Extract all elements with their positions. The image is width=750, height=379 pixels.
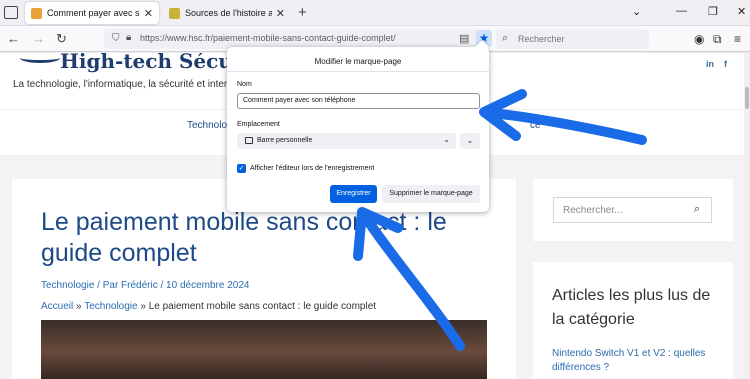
hero-image bbox=[41, 320, 487, 379]
tab-inactive[interactable]: Sources de l'histoire africaine au ✕ bbox=[163, 2, 291, 24]
linkedin-icon[interactable]: in bbox=[706, 59, 714, 69]
reader-view-icon[interactable]: ▤ bbox=[459, 32, 469, 45]
restore-icon[interactable]: ❐ bbox=[708, 5, 718, 18]
chevron-down-icon: ⌄ bbox=[443, 135, 450, 144]
breadcrumb-separator: » bbox=[76, 301, 82, 312]
show-editor-checkbox[interactable]: ✓ bbox=[237, 164, 246, 173]
new-tab-icon[interactable]: + bbox=[298, 4, 307, 21]
lock-icon[interactable]: 🔒︎ bbox=[126, 32, 131, 43]
shield-icon[interactable]: ⛉ bbox=[112, 33, 120, 44]
tab-strip: Comment payer avec son télépho ✕ Sources… bbox=[0, 0, 750, 26]
breadcrumb-category[interactable]: Technologie bbox=[84, 301, 137, 312]
chevron-down-icon[interactable]: ⌄ bbox=[632, 5, 641, 18]
breadcrumb: Accueil » Technologie » Le paiement mobi… bbox=[41, 301, 376, 312]
tab-list-icon[interactable] bbox=[4, 6, 18, 19]
sidebar-search-widget: Rechercher... ⌕ bbox=[533, 179, 733, 241]
widget-title: Articles les plus lus de la catégorie bbox=[552, 287, 711, 328]
search-placeholder: Rechercher bbox=[518, 34, 565, 44]
save-button[interactable]: Enregistrer bbox=[330, 185, 377, 203]
sidebar-search-input[interactable]: Rechercher... ⌕ bbox=[553, 197, 712, 223]
reload-icon[interactable]: ↻ bbox=[56, 31, 67, 47]
facebook-icon[interactable]: f bbox=[724, 59, 727, 69]
bookmark-edit-panel: Modifier le marque-page Nom Comment paye… bbox=[227, 39, 490, 212]
breadcrumb-home[interactable]: Accueil bbox=[41, 301, 73, 312]
close-tab-icon[interactable]: ✕ bbox=[276, 7, 285, 20]
close-window-icon[interactable]: ✕ bbox=[737, 5, 746, 18]
location-select[interactable]: Barre personnelle ⌄ bbox=[237, 133, 456, 149]
logo-swoosh-icon bbox=[20, 53, 60, 63]
sidebar-popular-widget: Articles les plus lus de la catégorie Ni… bbox=[533, 262, 733, 379]
remove-bookmark-button[interactable]: Supprimer le marque-page bbox=[382, 185, 480, 203]
breadcrumb-separator: » bbox=[140, 301, 146, 312]
tab-favicon-icon bbox=[31, 7, 42, 19]
back-icon[interactable]: ← bbox=[7, 31, 20, 46]
site-tagline: La technologie, l'informatique, la sécur… bbox=[13, 79, 239, 90]
tab-label: Comment payer avec son télépho bbox=[47, 8, 140, 18]
toolbar-folder-icon bbox=[245, 137, 253, 144]
name-label: Nom bbox=[237, 81, 252, 88]
url-bar[interactable]: ⛉ 🔒︎ https://www.hsc.fr/paiement-mobile-… bbox=[104, 29, 492, 49]
url-text[interactable]: https://www.hsc.fr/paiement-mobile-sans-… bbox=[140, 33, 396, 43]
extensions-icon[interactable]: ⧉ bbox=[713, 32, 722, 47]
scrollbar-thumb[interactable] bbox=[745, 87, 749, 109]
location-value: Barre personnelle bbox=[257, 137, 313, 144]
tab-active[interactable]: Comment payer avec son télépho ✕ bbox=[25, 2, 159, 24]
panel-title: Modifier le marque-page bbox=[314, 57, 402, 66]
account-icon[interactable]: ◉ bbox=[694, 32, 704, 46]
forward-icon[interactable]: → bbox=[32, 31, 45, 46]
search-bar[interactable]: ⌕ Rechercher bbox=[496, 29, 649, 49]
article-meta: Technologie / Par Frédéric / 10 décembre… bbox=[41, 280, 250, 291]
page-scrollbar[interactable] bbox=[744, 53, 750, 379]
menu-item-partial[interactable]: ce bbox=[530, 120, 541, 131]
show-editor-label[interactable]: Afficher l'éditeur lors de l'enregistrem… bbox=[250, 165, 374, 172]
tab-favicon-icon bbox=[169, 7, 180, 19]
tab-label: Sources de l'histoire africaine au bbox=[185, 8, 272, 18]
widget-link[interactable]: Nintendo Switch V1 et V2 : quelles diffé… bbox=[552, 347, 722, 375]
sidebar-search-placeholder: Rechercher... bbox=[563, 205, 623, 216]
location-label: Emplacement bbox=[237, 121, 280, 128]
article-title: Le paiement mobile sans contact : le gui… bbox=[41, 208, 447, 267]
bookmark-name-input[interactable]: Comment payer avec son téléphone bbox=[237, 93, 480, 109]
search-icon: ⌕ bbox=[502, 32, 509, 44]
search-icon[interactable]: ⌕ bbox=[694, 203, 700, 216]
panel-divider bbox=[227, 71, 489, 72]
breadcrumb-current: Le paiement mobile sans contact : le gui… bbox=[148, 301, 377, 312]
menu-icon[interactable]: ≡ bbox=[734, 32, 741, 46]
close-tab-icon[interactable]: ✕ bbox=[144, 7, 153, 20]
minimize-icon[interactable]: — bbox=[676, 5, 687, 17]
expand-folders-button[interactable]: ⌄ bbox=[460, 133, 480, 149]
